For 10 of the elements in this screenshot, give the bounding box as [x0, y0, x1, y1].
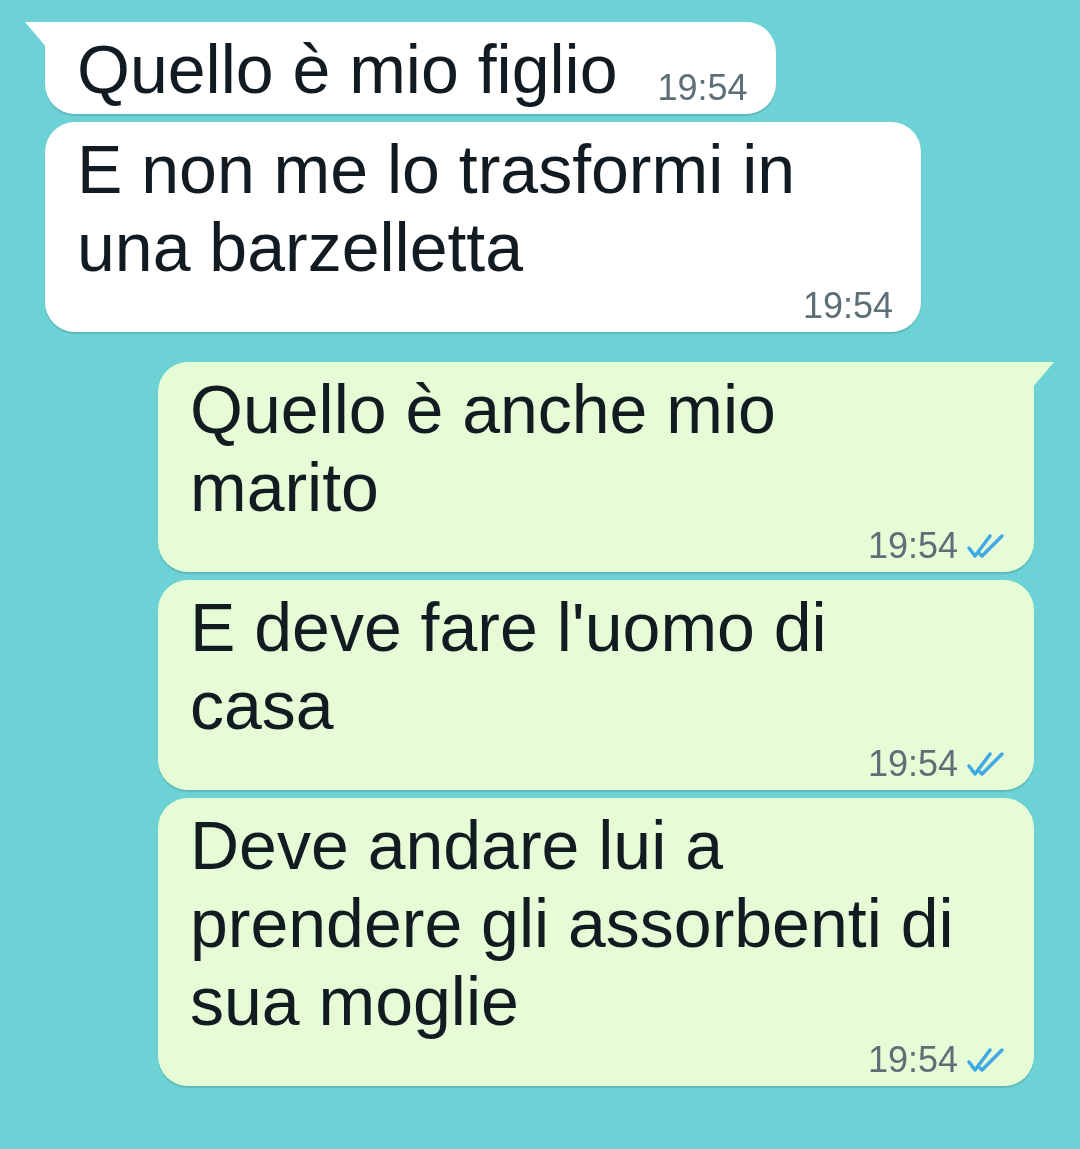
- message-time: 19:54: [802, 286, 893, 326]
- message-text: Quello è mio figlio: [77, 30, 618, 108]
- message-time: 19:54: [657, 68, 748, 108]
- message-text: Deve andare lui a prendere gli assorbenti di sua moglie: [190, 806, 955, 1040]
- message-text: E deve fare l'uomo di casa: [190, 588, 828, 744]
- message-text: E non me lo trasformi in una barzelletta: [77, 130, 797, 286]
- message-text: Quello è anche mio marito: [190, 370, 777, 526]
- message-time: 19:54: [867, 744, 958, 784]
- message-time: 19:54: [867, 1040, 958, 1080]
- message-time: 19:54: [867, 526, 958, 566]
